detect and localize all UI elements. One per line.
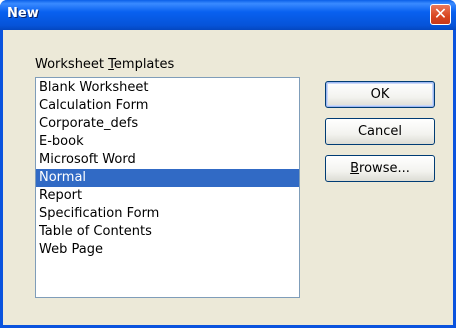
list-item[interactable]: Blank Worksheet xyxy=(36,79,299,97)
list-item[interactable]: Specification Form xyxy=(36,205,299,223)
list-item[interactable]: Calculation Form xyxy=(36,97,299,115)
new-dialog: New ✕ Worksheet Templates Blank Workshee… xyxy=(0,0,456,328)
list-item[interactable]: Report xyxy=(36,187,299,205)
list-item[interactable]: Corporate_defs xyxy=(36,115,299,133)
cancel-button[interactable]: Cancel xyxy=(325,118,435,145)
list-item[interactable]: E-book xyxy=(36,133,299,151)
list-item[interactable]: Microsoft Word xyxy=(36,151,299,169)
list-item[interactable]: Normal xyxy=(36,169,299,187)
window-title: New xyxy=(7,6,39,21)
templates-listbox[interactable]: Blank Worksheet Calculation Form Corporate… xyxy=(35,77,300,298)
worksheet-templates-label: Worksheet Templates xyxy=(35,57,175,72)
list-item[interactable]: Table of Contents xyxy=(36,223,299,241)
close-button[interactable]: ✕ xyxy=(430,4,451,25)
close-icon: ✕ xyxy=(433,4,448,23)
browse-button[interactable]: Browse... xyxy=(325,155,435,182)
ok-button[interactable]: OK xyxy=(325,81,435,108)
title-bar[interactable]: New ✕ xyxy=(0,0,456,30)
list-item[interactable]: Web Page xyxy=(36,241,299,259)
